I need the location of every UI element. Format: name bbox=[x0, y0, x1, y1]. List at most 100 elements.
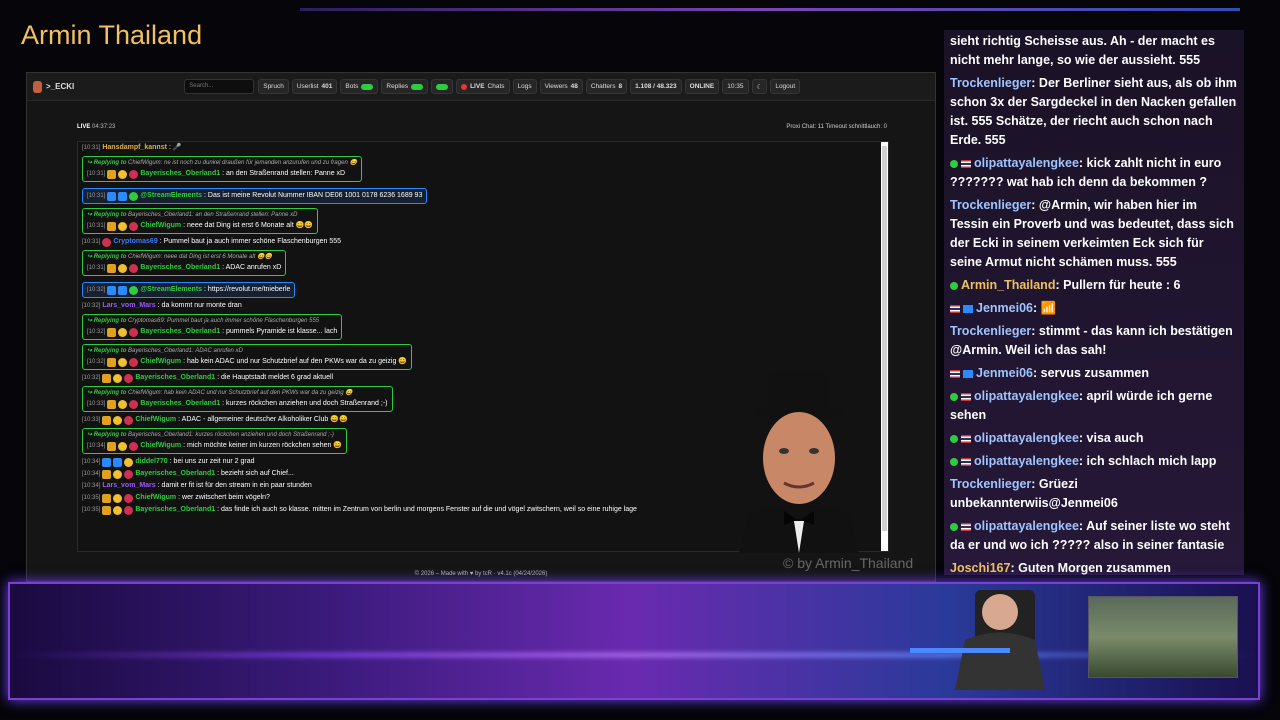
bots-toggle[interactable]: Bots bbox=[340, 79, 379, 94]
message-username[interactable]: Bayerisches_Oberland1 bbox=[135, 372, 215, 384]
reply-text: : kurzes röckchen anziehen und doch Stra… bbox=[192, 432, 334, 438]
crown-badge-icon bbox=[102, 415, 112, 425]
chat-message: [10:31] Hansdampf_kannst: 🎤 bbox=[82, 142, 878, 154]
message-text: : das finde ich auch so klasse. mitten i… bbox=[217, 506, 637, 513]
message-username[interactable]: Bayerisches_Oberland1 bbox=[140, 168, 220, 180]
message-timestamp: [10:32] bbox=[82, 303, 101, 309]
badge-icon bbox=[963, 369, 973, 378]
reply-context: ↪ Replying to Bayerisches_Oberland1: kur… bbox=[87, 430, 342, 440]
red-badge-icon bbox=[102, 237, 112, 247]
red-badge-icon bbox=[124, 505, 134, 515]
messages-count: 1.108 / 48.323 bbox=[635, 83, 677, 90]
extra-toggle[interactable] bbox=[431, 79, 454, 94]
message-username[interactable]: ChiefWigum bbox=[140, 440, 181, 452]
side-chat-text: : servus zusammen bbox=[1032, 366, 1150, 380]
streamelements-block: [10:31] @StreamElements: Das ist meine Re… bbox=[82, 188, 428, 204]
userlist-button[interactable]: Userlist 401 bbox=[291, 79, 338, 94]
extra-switch[interactable] bbox=[436, 83, 449, 90]
live-chats-button[interactable]: LIVE Chats bbox=[456, 79, 510, 94]
thai-flag-icon bbox=[961, 392, 971, 401]
bots-switch[interactable] bbox=[361, 83, 374, 90]
message-username[interactable]: ChiefWigum bbox=[140, 220, 181, 232]
reply-text: : an den Straßenrand stellen: Panne xD bbox=[192, 212, 298, 218]
viewers-button[interactable]: Viewers 48 bbox=[539, 79, 583, 94]
spruch-button[interactable]: Spruch bbox=[258, 79, 289, 94]
brand-label: >_ECKI bbox=[46, 82, 75, 91]
message-text: : wer zwitschert beim vögeln? bbox=[178, 494, 270, 501]
theme-toggle[interactable]: ☾ bbox=[751, 79, 768, 94]
portrait-image bbox=[739, 373, 859, 553]
chatters-button[interactable]: Chatters 8 bbox=[585, 79, 628, 94]
message-timestamp: [10:34] bbox=[82, 471, 101, 477]
side-chat-message: Trockenlieger: stimmt - das kann ich bes… bbox=[944, 320, 1244, 362]
reply-text: : ADAC anrufen xD bbox=[192, 348, 243, 354]
message-username[interactable]: Cryptomas69 bbox=[113, 236, 157, 248]
live-duration: 04:37:23 bbox=[92, 124, 116, 130]
mod-badge-icon bbox=[102, 457, 112, 467]
online-label: ONLINE bbox=[689, 83, 715, 90]
reply-label: ↪ Replying to bbox=[87, 318, 129, 324]
message-username[interactable]: Bayerisches_Oberland1 bbox=[135, 468, 215, 480]
message-username[interactable]: Bayerisches_Oberland1 bbox=[140, 262, 220, 274]
status-row: LIVE 04:37:23 Proxi Chat: 11 Timeout sch… bbox=[77, 121, 887, 133]
message-username[interactable]: diddel770 bbox=[135, 456, 167, 468]
replies-switch[interactable] bbox=[411, 83, 424, 90]
scrollbar[interactable] bbox=[881, 142, 888, 551]
spruch-label: Spruch bbox=[263, 83, 284, 90]
message-username[interactable]: @StreamElements bbox=[140, 190, 202, 202]
message-username[interactable]: Bayerisches_Oberland1 bbox=[140, 326, 220, 338]
side-chat-message: sieht richtig Scheisse aus. Ah - der mac… bbox=[944, 30, 1244, 72]
message-username[interactable]: Bayerisches_Oberland1 bbox=[135, 504, 215, 516]
message-username[interactable]: Hansdampf_kannst bbox=[102, 142, 167, 154]
red-badge-icon bbox=[129, 357, 139, 367]
clock: 10:35 bbox=[722, 79, 749, 94]
reply-context: ↪ Replying to ChiefWigum: ne ist noch zu… bbox=[87, 158, 357, 168]
reply-to-user: Bayerisches_Oberland1 bbox=[128, 212, 193, 218]
avatar-icon bbox=[33, 80, 42, 93]
message-text: : die Hauptstadt meldet 6 grad aktuell bbox=[217, 374, 334, 381]
brand[interactable]: >_ECKI bbox=[33, 80, 75, 93]
chat-message: [10:31] Cryptomas69: Pummel baut ja auch … bbox=[82, 236, 878, 248]
replies-label: Replies bbox=[386, 83, 409, 90]
side-chat-message: olipattayalengkee: visa auch bbox=[944, 427, 1244, 450]
verified-icon bbox=[950, 434, 958, 443]
mod-badge-icon bbox=[107, 285, 117, 295]
message-username[interactable]: ChiefWigum bbox=[135, 414, 176, 426]
chat-message: [10:31] @StreamElements: Das ist meine Re… bbox=[87, 190, 422, 202]
side-chat-username: olipattayalengkee bbox=[974, 454, 1079, 468]
messages-count-badge: 1.108 / 48.323 bbox=[630, 79, 682, 94]
search-input[interactable]: Search... bbox=[184, 79, 255, 94]
live-dot-icon bbox=[461, 83, 468, 90]
message-text: : pummels Pyramide ist klasse... lach bbox=[222, 328, 338, 335]
message-text: : https://revolut.me/tnieberle bbox=[204, 286, 291, 293]
reply-label: ↪ Replying to bbox=[87, 348, 129, 354]
coin-badge-icon bbox=[113, 373, 123, 383]
logout-button[interactable]: Logout bbox=[770, 79, 801, 94]
replies-toggle[interactable]: Replies bbox=[381, 79, 429, 94]
side-chat-text: : 📶 bbox=[1032, 301, 1057, 315]
chat-message: [10:31] ChiefWigum: neee dat Ding ist ers… bbox=[87, 220, 313, 232]
reply-context: ↪ Replying to Cryptomas69: Pummel baut j… bbox=[87, 316, 337, 326]
message-username[interactable]: @StreamElements bbox=[140, 284, 202, 296]
reply-context: ↪ Replying to Bayerisches_Oberland1: ADA… bbox=[87, 346, 407, 356]
reply-block: ↪ Replying to Bayerisches_Oberland1: ADA… bbox=[82, 344, 413, 370]
verified-icon bbox=[950, 522, 958, 531]
scrollbar-thumb[interactable] bbox=[882, 146, 887, 531]
message-username[interactable]: Bayerisches_Oberland1 bbox=[140, 398, 220, 410]
browser-window: >_ECKI Search... Spruch Userlist 401 Bots… bbox=[26, 72, 936, 582]
logs-button[interactable]: Logs bbox=[512, 79, 537, 94]
message-timestamp: [10:35] bbox=[82, 507, 101, 513]
side-chat-text: : Pullern für heute : 6 bbox=[1055, 278, 1181, 292]
coin-badge-icon bbox=[118, 441, 128, 451]
red-badge-icon bbox=[129, 221, 139, 231]
message-username[interactable]: Lars_vom_Mars bbox=[102, 300, 155, 312]
side-chat-username: Jenmei06 bbox=[976, 301, 1033, 315]
message-username[interactable]: ChiefWigum bbox=[140, 356, 181, 368]
side-chat-message: Armin_Thailand: Pullern für heute : 6 bbox=[944, 274, 1244, 297]
message-username[interactable]: ChiefWigum bbox=[135, 492, 176, 504]
coin-badge-icon bbox=[113, 469, 123, 479]
reply-label: ↪ Replying to bbox=[87, 212, 129, 218]
message-text: : Das ist meine Revolut Nummer IBAN DE06… bbox=[204, 192, 423, 199]
reply-wrap: ↪ Replying to Bayerisches_Oberland1: ADA… bbox=[82, 342, 878, 372]
message-username[interactable]: Lars_vom_Mars bbox=[102, 480, 155, 492]
